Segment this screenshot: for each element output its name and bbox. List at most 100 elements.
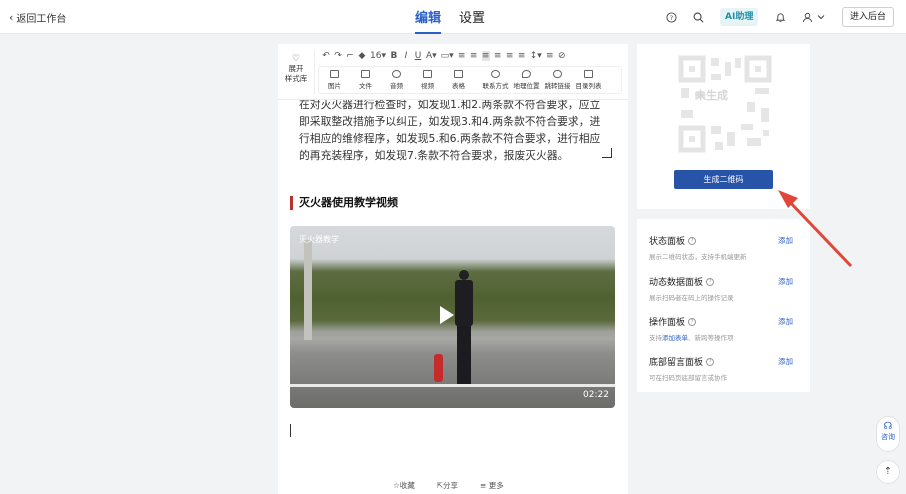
- align-right-icon[interactable]: ≡: [506, 51, 514, 61]
- panel-desc: 展示扫码者在码上的操作记录: [649, 294, 734, 302]
- qr-status-label: 未生成: [695, 89, 728, 102]
- editor-canvas: ♡ 展开 样式库 ↶ ↷ ⌐ ◆ 16▾ B I U A▾ ▭▾ ≡ ≡ ≡ ≡…: [278, 44, 628, 494]
- panel-desc: 支持添加表单、新跨等操作项: [649, 332, 799, 342]
- video-icon: [423, 70, 432, 78]
- insert-label: 联系方式: [482, 82, 509, 90]
- insert-table-button[interactable]: 表格: [443, 70, 474, 90]
- help-circle-icon[interactable]: ?: [664, 10, 678, 24]
- panel-title-text: 操作面板: [649, 318, 686, 328]
- generate-qr-button[interactable]: 生成二维码: [674, 170, 773, 189]
- add-status-panel-button[interactable]: 添加: [778, 235, 793, 246]
- bold-icon[interactable]: B: [390, 51, 398, 61]
- top-bar: ‹ 返回工作台 编辑 设置 ? AI助理 进入后台: [0, 0, 906, 34]
- insert-label: 目录列表: [575, 82, 602, 90]
- insert-image-button[interactable]: 图片: [319, 70, 350, 90]
- align-left-icon[interactable]: ≡: [481, 51, 490, 61]
- location-icon: [522, 70, 531, 78]
- insert-audio-button[interactable]: 音频: [381, 70, 412, 90]
- insert-link-button[interactable]: 跳转链接: [542, 70, 573, 90]
- insert-label: 地理位置: [513, 82, 540, 90]
- highlight-icon[interactable]: ▭▾: [441, 51, 454, 61]
- panel-option-status: 状态面板? 展示二维码状态，支持手机端更新: [649, 234, 799, 261]
- add-form-link[interactable]: 添加表单: [662, 334, 688, 342]
- list-icon: [584, 70, 593, 78]
- format-row: ↶ ↷ ⌐ ◆ 16▾ B I U A▾ ▭▾ ≡ ≡ ≡ ≡ ≡ ≡ ↕▾ ≡…: [322, 49, 566, 63]
- arrow-up-icon: ⇡: [883, 466, 893, 477]
- expand-style-library-button[interactable]: ♡ 展开 样式库: [282, 54, 310, 84]
- format-painter-icon[interactable]: ⌐: [346, 51, 354, 61]
- toolbar-divider: [314, 50, 315, 94]
- svg-text:?: ?: [669, 13, 672, 21]
- eraser-icon[interactable]: ◆: [358, 51, 366, 61]
- style-lib-line1: 展开: [288, 64, 304, 73]
- insert-video-button[interactable]: 视频: [412, 70, 443, 90]
- help-circle-icon[interactable]: ?: [688, 317, 697, 326]
- align-center-icon[interactable]: ≡: [494, 51, 502, 61]
- ordered-list-icon[interactable]: ≡: [458, 51, 466, 61]
- redo-icon[interactable]: ↷: [334, 51, 342, 61]
- panel-desc-post: 、新跨等操作项: [688, 334, 734, 342]
- favorite-button[interactable]: ☆收藏: [393, 480, 415, 491]
- ai-assistant-button[interactable]: AI助理: [720, 8, 759, 26]
- body-paragraph[interactable]: 在对灭火器进行检查时，如发现1.和2.两条款不符合要求，应立即采取整改措施予以纠…: [299, 96, 611, 164]
- section-heading[interactable]: 灭火器使用教学视频: [290, 196, 398, 210]
- help-circle-icon[interactable]: ?: [688, 236, 697, 245]
- video-player[interactable]: 灭火器教学 02:22: [290, 226, 615, 408]
- insert-file-button[interactable]: 文件: [350, 70, 381, 90]
- back-to-workbench-link[interactable]: ‹ 返回工作台: [9, 10, 66, 26]
- help-circle-icon[interactable]: ?: [706, 277, 715, 286]
- back-to-top-button[interactable]: ⇡: [876, 460, 900, 484]
- enter-backend-button[interactable]: 进入后台: [842, 7, 895, 27]
- more-button[interactable]: ≡ 更多: [480, 480, 504, 491]
- insert-contact-button[interactable]: 联系方式: [480, 70, 511, 90]
- insert-row: 图片 文件 音频 视频 表格 联系方式 地理位置 跳转链接 目录列表: [318, 66, 622, 94]
- insert-location-button[interactable]: 地理位置: [511, 70, 542, 90]
- panel-option-operation: 操作面板? 支持添加表单、新跨等操作项: [649, 315, 799, 342]
- chevron-down-icon[interactable]: [814, 10, 828, 24]
- insert-label: 跳转链接: [544, 82, 571, 90]
- undo-icon[interactable]: ↶: [322, 51, 330, 61]
- italic-icon[interactable]: I: [402, 51, 410, 61]
- font-size-select[interactable]: 16▾: [370, 51, 386, 61]
- video-extinguisher: [434, 354, 443, 382]
- unordered-list-icon[interactable]: ≡: [470, 51, 478, 61]
- menu-icon: ≡: [480, 481, 489, 490]
- panel-option-comment: 底部留言面板? 可在扫码页底部留言或协作: [649, 355, 799, 382]
- mode-tabs: 编辑 设置: [415, 7, 485, 34]
- play-icon[interactable]: [440, 306, 454, 324]
- phone-icon: [491, 70, 500, 78]
- panel-title-text: 状态面板: [649, 237, 686, 247]
- insert-label: 表格: [452, 82, 465, 90]
- style-lib-line2: 样式库: [284, 74, 308, 83]
- insert-toc-button[interactable]: 目录列表: [573, 70, 604, 90]
- bell-icon[interactable]: [773, 10, 787, 24]
- link-icon[interactable]: ⊘: [558, 51, 566, 61]
- add-operation-panel-button[interactable]: 添加: [778, 316, 793, 327]
- font-color-icon[interactable]: A▾: [426, 51, 437, 61]
- insert-label: 视频: [421, 82, 434, 90]
- video-duration: 02:22: [583, 390, 609, 400]
- panel-title: 操作面板?: [649, 315, 799, 328]
- line-height-icon[interactable]: ↕▾: [530, 51, 542, 61]
- chevron-left-icon: ‹: [9, 10, 14, 24]
- qr-placeholder-icon: [678, 55, 772, 153]
- consult-button[interactable]: ☊ 咨询: [876, 416, 900, 452]
- underline-icon[interactable]: U: [414, 51, 422, 61]
- user-icon[interactable]: [800, 10, 814, 24]
- share-label: 分享: [443, 481, 459, 490]
- share-button[interactable]: ⇱分享: [437, 480, 458, 491]
- justify-icon[interactable]: ≡: [518, 51, 526, 61]
- add-dynamic-panel-button[interactable]: 添加: [778, 276, 793, 287]
- qr-panel: 未生成 生成二维码: [637, 44, 810, 209]
- indent-icon[interactable]: ≡: [546, 51, 554, 61]
- help-circle-icon[interactable]: ?: [706, 357, 715, 366]
- search-icon[interactable]: [691, 10, 705, 24]
- tab-edit[interactable]: 编辑: [415, 7, 442, 34]
- tab-settings[interactable]: 设置: [459, 7, 485, 34]
- video-road-line: [290, 384, 615, 387]
- add-comment-panel-button[interactable]: 添加: [778, 356, 793, 367]
- panel-desc: 可在扫码页底部留言或协作: [649, 374, 727, 382]
- resize-handle[interactable]: [602, 148, 612, 158]
- more-label: 更多: [488, 481, 504, 490]
- panel-title: 状态面板?: [649, 234, 799, 247]
